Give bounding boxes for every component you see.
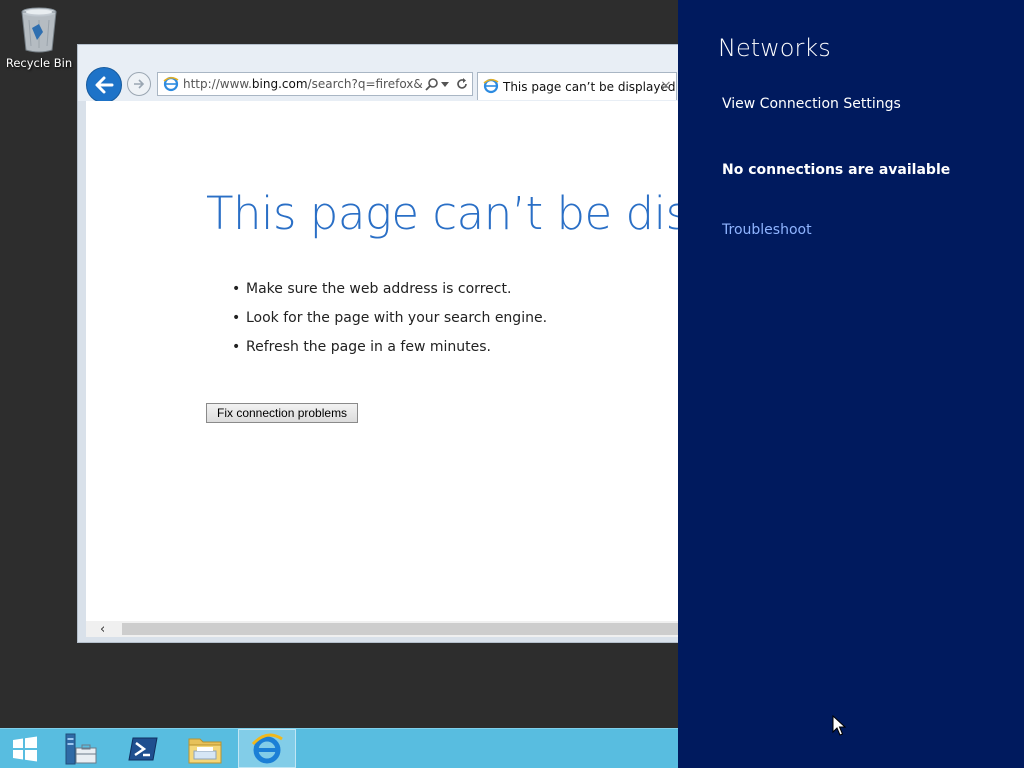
bullet: • (232, 339, 241, 355)
address-dropdown-icon[interactable] (441, 82, 449, 87)
recycle-bin-icon (21, 7, 57, 53)
tab-favicon-icon (483, 78, 499, 94)
browser-tab[interactable]: This page can’t be displayed × (477, 72, 677, 100)
forward-button[interactable] (127, 72, 151, 96)
horizontal-scrollbar[interactable]: ‹ (86, 621, 692, 637)
internet-explorer-button[interactable] (238, 729, 296, 768)
scrollbar-thumb[interactable] (122, 623, 692, 635)
refresh-icon[interactable] (455, 77, 469, 91)
fix-connection-button[interactable]: Fix connection problems (206, 403, 359, 423)
recycle-bin-label: Recycle Bin (5, 56, 73, 70)
server-manager-icon (65, 733, 97, 764)
panel-title: Networks (718, 34, 831, 62)
bullet: • (232, 310, 241, 326)
url-domain: bing.com (251, 77, 308, 91)
networks-panel: Networks View Connection Settings No con… (678, 0, 1024, 768)
error-title: This page can’t be displayed (206, 187, 690, 240)
address-bar[interactable]: http://www.bing.com/search?q=firefox&src… (157, 72, 473, 96)
url-prefix: http://www. (183, 77, 252, 91)
suggestion-text: Refresh the page in a few minutes. (246, 339, 491, 355)
page-content: This page can’t be displayed • Make sure … (86, 101, 690, 621)
internet-explorer-icon (251, 733, 283, 763)
list-item: • Make sure the web address is correct. (232, 281, 547, 310)
ie-window: http://www.bing.com/search?q=firefox&src… (77, 44, 697, 643)
troubleshoot-link[interactable]: Troubleshoot (722, 222, 812, 238)
taskbar (0, 728, 678, 768)
list-item: • Refresh the page in a few minutes. (232, 339, 547, 368)
windows-logo-icon (13, 736, 37, 761)
forward-arrow-icon (134, 79, 145, 89)
powershell-button[interactable] (114, 729, 172, 768)
folder-icon (188, 738, 222, 763)
connection-status: No connections are available (722, 162, 951, 178)
suggestion-list: • Make sure the web address is correct. •… (232, 281, 547, 368)
desktop: Recycle Bin http://www.bing.com/search?q… (0, 0, 1024, 768)
search-icon[interactable] (425, 77, 439, 91)
address-url: http://www.bing.com/search?q=firefox&src… (183, 77, 423, 91)
url-path: /search?q=firefox&src= (307, 77, 423, 91)
list-item: • Look for the page with your search engi… (232, 310, 547, 339)
file-explorer-button[interactable] (176, 729, 234, 768)
back-arrow-icon (95, 76, 114, 94)
recycle-bin[interactable]: Recycle Bin (4, 6, 74, 70)
suggestion-text: Look for the page with your search engin… (246, 310, 548, 326)
tab-title: This page can’t be displayed (503, 80, 676, 94)
start-button[interactable] (0, 729, 50, 768)
scroll-left-icon[interactable]: ‹ (100, 622, 105, 637)
powershell-icon (128, 737, 158, 760)
server-manager-button[interactable] (52, 729, 110, 768)
bullet: • (232, 281, 241, 297)
back-button[interactable] (86, 67, 122, 103)
mouse-cursor-icon (832, 715, 846, 736)
ie-favicon-icon (163, 76, 179, 92)
tab-close-icon[interactable]: × (660, 78, 672, 94)
view-connection-settings-link[interactable]: View Connection Settings (722, 96, 901, 112)
browser-toolbar: http://www.bing.com/search?q=firefox&src… (78, 45, 696, 103)
suggestion-text: Make sure the web address is correct. (246, 281, 512, 297)
